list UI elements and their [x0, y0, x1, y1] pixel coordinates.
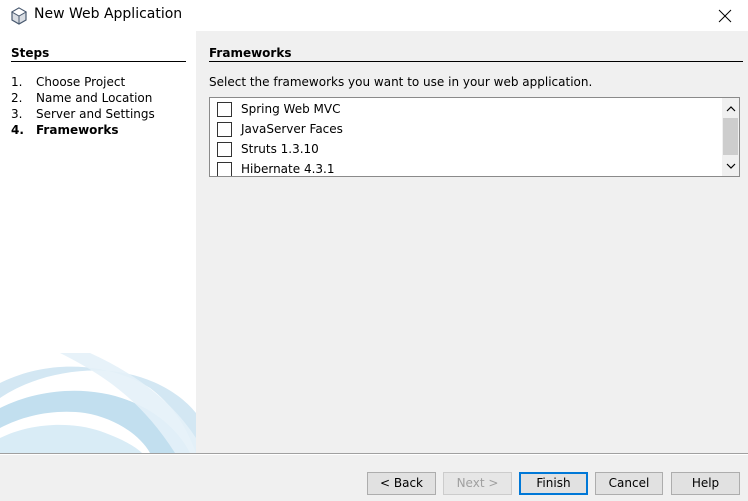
step-item-choose-project: 1. Choose Project: [11, 74, 155, 90]
step-label: Server and Settings: [36, 107, 155, 121]
framework-item-hibernate[interactable]: Hibernate 4.3.1: [217, 159, 335, 176]
footer-separator-highlight: [0, 454, 748, 455]
steps-header: Steps: [11, 46, 186, 62]
scroll-thumb[interactable]: [723, 118, 738, 155]
framework-item-javaserver-faces[interactable]: JavaServer Faces: [217, 119, 343, 139]
step-item-server-and-settings: 3. Server and Settings: [11, 106, 155, 122]
finish-button[interactable]: Finish: [519, 472, 588, 495]
framework-label: Struts 1.3.10: [241, 142, 319, 156]
title-bar: New Web Application: [0, 0, 748, 31]
chevron-down-icon: [726, 163, 735, 169]
step-number: 4.: [11, 123, 24, 137]
step-item-name-and-location: 2. Name and Location: [11, 90, 155, 106]
back-button[interactable]: < Back: [367, 472, 436, 495]
chevron-up-icon: [726, 105, 735, 111]
content-header: Frameworks: [209, 46, 743, 62]
step-label: Choose Project: [36, 75, 126, 89]
framework-label: Hibernate 4.3.1: [241, 162, 335, 176]
help-button[interactable]: Help: [671, 472, 740, 495]
window-title: New Web Application: [34, 6, 183, 22]
scroll-up-button[interactable]: [722, 100, 739, 117]
step-number: 1.: [11, 75, 23, 89]
content-panel: Frameworks Select the frameworks you wan…: [196, 31, 748, 453]
step-label: Frameworks: [36, 123, 119, 137]
close-icon: [718, 9, 732, 22]
decorative-swoosh-graphic: [0, 353, 196, 453]
framework-checkbox[interactable]: [217, 141, 232, 157]
step-item-frameworks: 4. Frameworks: [11, 122, 155, 138]
instruction-text: Select the frameworks you want to use in…: [209, 75, 593, 89]
netbeans-cube-icon: [10, 7, 28, 25]
vertical-scrollbar[interactable]: [722, 98, 739, 176]
cancel-button[interactable]: Cancel: [595, 472, 663, 495]
step-number: 2.: [11, 91, 23, 105]
steps-panel: Steps 1. Choose Project 2. Name and Locati…: [0, 31, 196, 453]
framework-item-spring-web-mvc[interactable]: Spring Web MVC: [217, 99, 340, 119]
close-button[interactable]: [702, 0, 748, 31]
scroll-down-button[interactable]: [722, 157, 739, 174]
framework-item-struts[interactable]: Struts 1.3.10: [217, 139, 319, 159]
framework-checkbox[interactable]: [217, 161, 232, 176]
framework-checkbox[interactable]: [217, 101, 232, 117]
step-number: 3.: [11, 107, 23, 121]
frameworks-list[interactable]: Spring Web MVC JavaServer Faces Struts 1…: [209, 97, 740, 177]
framework-label: Spring Web MVC: [241, 102, 341, 116]
framework-label: JavaServer Faces: [241, 122, 343, 136]
step-label: Name and Location: [36, 91, 153, 105]
next-button[interactable]: Next >: [443, 472, 512, 495]
framework-checkbox[interactable]: [217, 121, 232, 137]
steps-list: 1. Choose Project 2. Name and Location 3. S…: [11, 74, 155, 138]
